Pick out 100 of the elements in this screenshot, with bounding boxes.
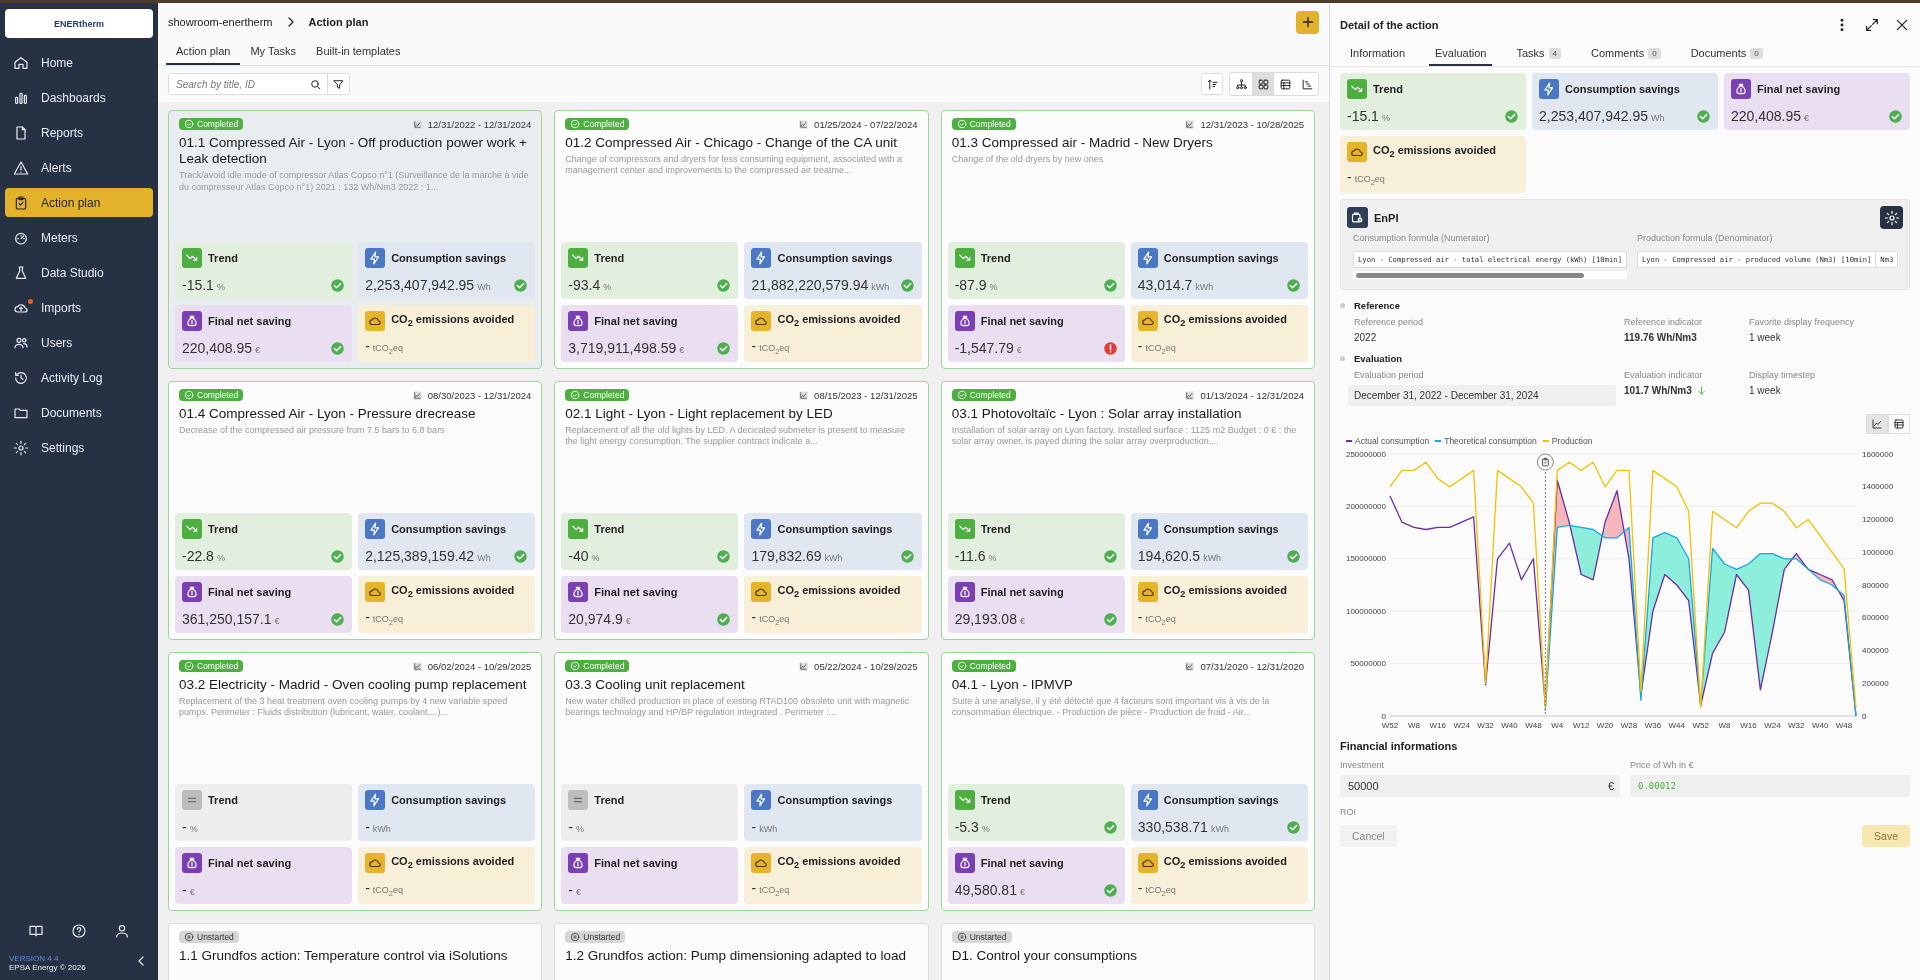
action-card[interactable]: [168, 110, 543, 369]
metric-unit: tCO$_{2}$eq: [759, 343, 790, 356]
action-card[interactable]: [940, 652, 1315, 911]
timeline-dot: [1340, 356, 1345, 361]
status-label: Completed: [583, 390, 625, 400]
settings-icon: [13, 439, 29, 456]
nav-item[interactable]: Reports: [5, 118, 153, 147]
lightning-icon: [751, 519, 772, 539]
tab[interactable]: Evaluation: [1429, 47, 1493, 66]
metric-label: CO$_{2}$ emissions avoided: [1163, 313, 1287, 329]
date-range-field[interactable]: December 31, 2022 - December 31, 2024: [1348, 385, 1616, 406]
action-card[interactable]: [168, 381, 543, 640]
trend-down-icon: [182, 248, 202, 268]
metric-value: 2,253,407,942.95: [1539, 108, 1648, 124]
breadcrumb-link[interactable]: showroom-enertherm: [168, 16, 273, 28]
logo[interactable]: ENERtherm: [5, 9, 153, 38]
nav-item[interactable]: Documents: [5, 398, 153, 427]
action-card[interactable]: [554, 110, 929, 369]
action-title: 04.1 - Lyon - IPMVP: [951, 677, 1074, 694]
nav-item[interactable]: Users: [5, 328, 153, 357]
nav-item[interactable]: Activity Log: [5, 363, 153, 392]
book-icon: [28, 923, 45, 939]
metric-value: 20,974.9: [568, 611, 623, 627]
tab[interactable]: Built-in templates: [306, 41, 411, 65]
nav-item[interactable]: Imports: [5, 293, 153, 322]
nav-item[interactable]: Home: [5, 48, 153, 77]
settings-button[interactable]: [1880, 206, 1903, 229]
metric-unit: tCO$_{2}$eq: [1145, 614, 1176, 627]
metric-label: CO$_{2}$ emissions avoided: [777, 584, 901, 600]
action-card[interactable]: Unstarted 1.2 Grundfos action: Pump dimensioning adapted to load: [554, 923, 929, 980]
search-icon: [309, 77, 322, 91]
metric-unit: Wh: [477, 553, 491, 563]
action-card[interactable]: Unstarted 1.1 Grundfos action: Temperature control via iSolutions: [168, 923, 543, 980]
filter-button[interactable]: [328, 73, 350, 95]
tab-count: 4: [1548, 47, 1561, 59]
metric-label: Trend: [594, 252, 625, 264]
lightning-icon: [751, 248, 772, 268]
metric-unit: %: [576, 824, 584, 834]
view-toggle[interactable]: [1888, 414, 1910, 434]
metric-value: -: [365, 338, 370, 355]
action-description: Installation of solar array on Lyon factory. Installed surface : 1125 m2 Budget : 0 € : the solar array owner, is payed during the solar array overproduction,...: [951, 425, 1298, 448]
timeline-icon: [1300, 77, 1314, 91]
nav-item[interactable]: Alerts: [5, 153, 153, 182]
add-button[interactable]: [1296, 10, 1319, 34]
expand-button[interactable]: [1864, 17, 1880, 33]
axis-label: W32: [1788, 721, 1805, 730]
metric-label: CO$_{2}$ emissions avoided: [391, 855, 515, 871]
date-range: 01/13/2024 - 12/31/2024: [1200, 389, 1304, 401]
axis-label: 150000000: [1345, 554, 1386, 564]
docs-button[interactable]: [28, 923, 45, 939]
action-card[interactable]: [554, 381, 929, 640]
metric-value: -: [568, 819, 573, 835]
metric-label: Trend: [208, 252, 238, 264]
cloud-icon: [365, 582, 386, 602]
tab[interactable]: Tasks 4: [1510, 47, 1567, 66]
tab[interactable]: My Tasks: [240, 41, 307, 65]
tab-count: 0: [1648, 47, 1661, 59]
metric-label: Trend: [594, 794, 625, 806]
metric-unit: €: [576, 887, 581, 897]
nav-item[interactable]: Data Studio: [5, 258, 153, 287]
metric-unit: tCO$_{2}$eq: [759, 614, 790, 627]
action-card[interactable]: [940, 381, 1315, 640]
tab[interactable]: Comments 0: [1585, 47, 1667, 66]
metric-unit: €: [1804, 113, 1810, 123]
action-card[interactable]: [940, 110, 1315, 369]
input-field[interactable]: 50000 €: [1340, 775, 1620, 797]
action-card[interactable]: Unstarted D1. Control your consumptions: [940, 923, 1315, 980]
tab[interactable]: Information: [1344, 47, 1412, 66]
help-icon: [71, 923, 87, 939]
horizontal-scrollbar[interactable]: [1353, 271, 1627, 279]
action-card[interactable]: [554, 652, 929, 911]
nav-item[interactable]: Dashboards: [5, 83, 153, 112]
close-button[interactable]: [1894, 17, 1910, 33]
account-button[interactable]: [113, 923, 130, 939]
tab[interactable]: Documents 0: [1684, 47, 1769, 66]
nav-item[interactable]: Settings: [5, 433, 153, 462]
field-label: Evaluation indicator: [1624, 370, 1704, 380]
sort-button[interactable]: [1201, 73, 1223, 95]
search-field[interactable]: Search by title, ID: [168, 73, 328, 95]
search-input[interactable]: Search by title, ID: [174, 77, 309, 91]
view-toggle[interactable]: [1252, 73, 1274, 95]
arrow-down-icon: [1695, 385, 1707, 396]
action-title: 03.1 Photovoltaïc - Lyon : Solar array installation: [951, 406, 1243, 423]
expand-icon: [1864, 17, 1880, 33]
tab-count: 0: [1750, 47, 1763, 59]
input-value[interactable]: 50000: [1346, 779, 1608, 793]
nav-item[interactable]: Action plan: [5, 188, 153, 217]
action-card[interactable]: [168, 652, 543, 911]
tab[interactable]: Action plan: [166, 41, 241, 65]
view-toggle[interactable]: [1866, 414, 1888, 434]
check-circle-icon: [184, 119, 194, 129]
status-label: Unstarted: [583, 932, 621, 942]
money-bag-icon: [182, 853, 202, 873]
chart-icon: [798, 389, 810, 401]
action-description: Decrease of the compressed air pressure from 7.5 bars to 6.8 bars: [179, 425, 446, 437]
help-button[interactable]: [71, 923, 87, 939]
metric-value: -: [1137, 609, 1143, 626]
nav-item[interactable]: Meters: [5, 223, 153, 252]
metric-value: -5.3: [954, 819, 979, 835]
document-icon: [13, 124, 29, 141]
